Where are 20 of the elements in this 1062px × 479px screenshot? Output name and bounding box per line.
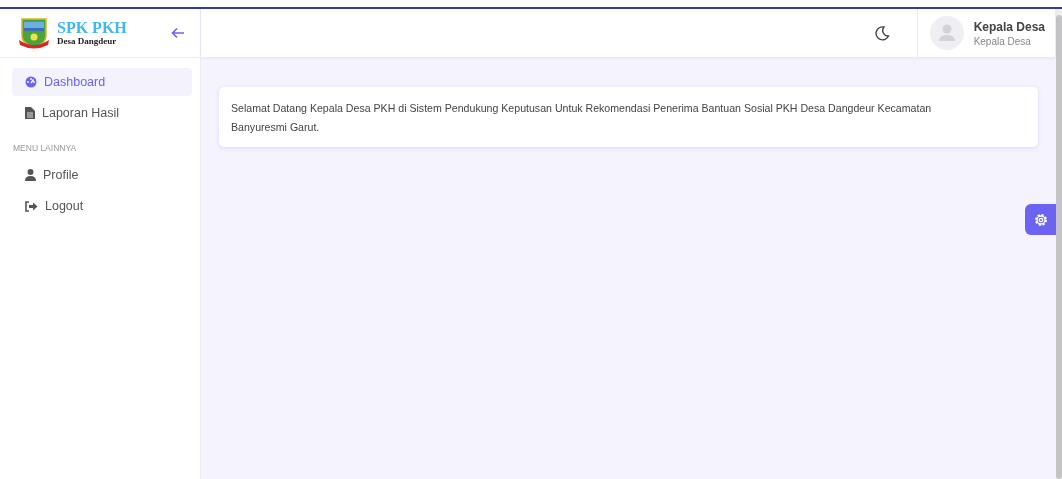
gear-icon — [1032, 211, 1049, 228]
sidebar-item[interactable]: Laporan Hasil — [12, 99, 192, 127]
scrollbar[interactable] — [1056, 9, 1062, 479]
document-icon — [25, 107, 35, 119]
sidebar-item[interactable]: Dashboard — [12, 68, 192, 96]
emblem-logo — [17, 16, 51, 50]
sidebar-item[interactable]: Logout — [12, 192, 192, 220]
user-name: Kepala Desa — [973, 19, 1045, 34]
user-role: Kepala Desa — [973, 35, 1032, 47]
back-arrow-icon[interactable] — [171, 27, 185, 39]
gauge-icon — [25, 76, 37, 88]
app-subtitle: Desa Dangdeur — [57, 36, 118, 47]
moon-icon[interactable] — [873, 25, 890, 41]
sign-out-icon — [25, 200, 38, 212]
app-title: SPK PKH — [57, 19, 128, 36]
sidebar-item[interactable]: Profile — [12, 161, 192, 189]
welcome-message: Selamat Datang Kepala Desa PKH di Sistem Pendukung Keputusan Untuk Rekomendasi Penerima Bantuan Sosial PKH Desa Dangdeur Kecamatan Banyuresmi Garut. — [231, 102, 932, 133]
menu-section-label: MENU LAINNYA — [13, 143, 78, 153]
settings-button[interactable] — [1025, 204, 1056, 235]
user-icon — [25, 169, 36, 181]
